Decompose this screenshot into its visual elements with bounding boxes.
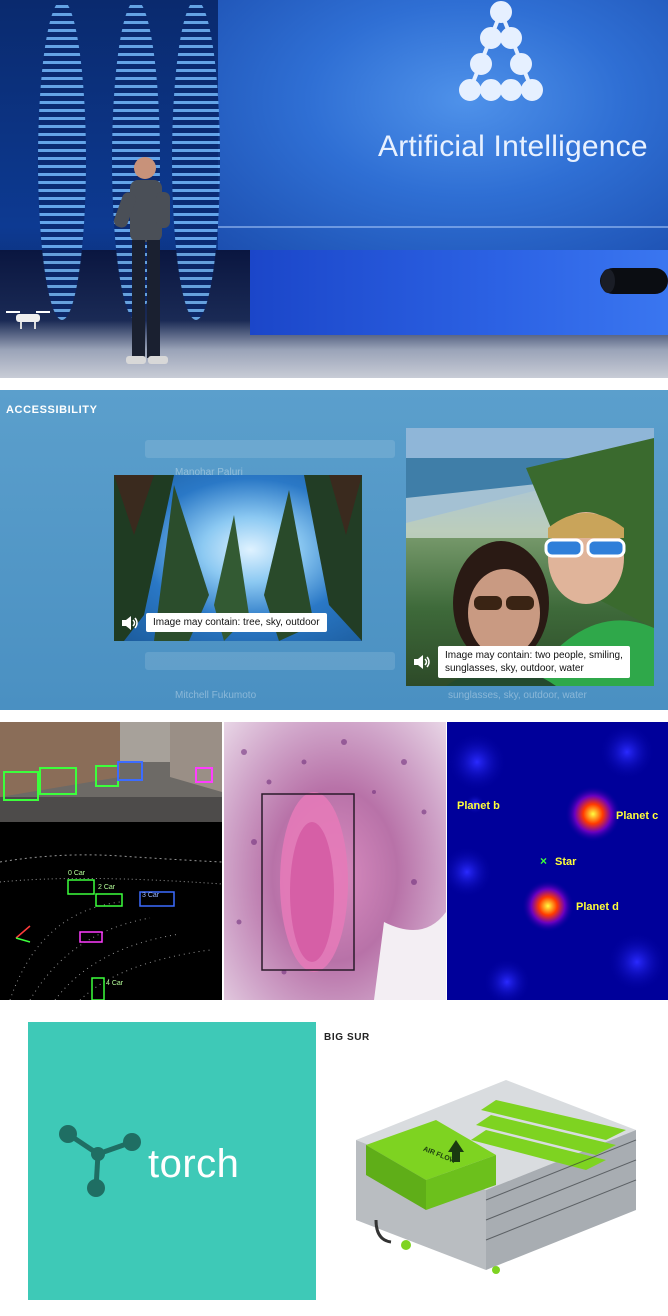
ghost-feed-row [145, 440, 395, 458]
lidar-box-label: 2 Car [98, 884, 116, 891]
forest-photo: Image may contain: tree, sky, outdoor [114, 475, 362, 641]
selfie-photo: Image may contain: two people, smiling, … [406, 428, 654, 686]
big-sur-server [356, 1080, 637, 1274]
torch-logo-icon [59, 1125, 141, 1197]
stage-helix-sculpture [38, 0, 86, 320]
planet-b-label: Planet b [457, 800, 500, 812]
ghost-feed-name: Mitchell Fukumoto [175, 690, 257, 701]
lidar-box-label: 0 Car [68, 870, 86, 877]
big-sur-panel: BIG SUR AIR FLOW [316, 1022, 668, 1300]
big-sur-label: BIG SUR [324, 1032, 370, 1043]
stage-screen [218, 0, 668, 250]
tissue-slide [236, 739, 446, 1000]
speaker-icon[interactable] [414, 655, 432, 669]
torch-panel: torch [28, 1022, 316, 1300]
stage-camera [600, 268, 668, 294]
torch-wordmark: torch [148, 1142, 240, 1186]
ai-logo-icon [459, 1, 543, 101]
planet-c-label: Planet c [616, 810, 659, 822]
stage-photo: Artificial Intelligence [0, 0, 668, 378]
selfie-caption-row: Image may contain: two people, smiling, … [414, 646, 630, 678]
star-marker-icon: × [540, 854, 548, 868]
exoplanet-panel: Planet b Planet c × Star Planet d [447, 722, 668, 1000]
stage-helix-sculpture [172, 0, 220, 320]
planet-d-label: Planet d [576, 901, 619, 913]
presenter [113, 157, 170, 364]
accessibility-panel: ACCESSIBILITY Manohar Paluri Mitchell Fu… [0, 390, 668, 710]
ghost-feed-row [145, 652, 395, 670]
ghost-feed-caption: sunglasses, sky, outdoor, water [448, 690, 587, 701]
slide-title: Artificial Intelligence [378, 130, 648, 163]
forest-caption-row: Image may contain: tree, sky, outdoor [122, 613, 327, 632]
histology-panel [224, 722, 446, 1000]
lidar-detection-panel: 0 Car 2 Car 3 Car 4 Car [0, 722, 222, 1000]
selfie-alt-caption: Image may contain: two people, smiling, … [438, 646, 630, 678]
selfie-alt-caption-line: sunglasses, sky, outdoor, water [445, 663, 584, 674]
lidar-point-cloud [0, 822, 222, 1000]
lidar-box-label: 4 Car [106, 980, 124, 987]
lidar-box-label: 3 Car [142, 892, 160, 899]
street-camera-view [0, 722, 222, 822]
star-label: Star [555, 856, 577, 868]
screen-divider [218, 226, 668, 228]
forest-alt-caption: Image may contain: tree, sky, outdoor [146, 613, 327, 632]
selfie-alt-caption-line: Image may contain: two people, smiling, [445, 650, 623, 661]
speaker-icon[interactable] [122, 615, 140, 630]
drone [6, 311, 50, 329]
accessibility-label: ACCESSIBILITY [6, 404, 98, 416]
